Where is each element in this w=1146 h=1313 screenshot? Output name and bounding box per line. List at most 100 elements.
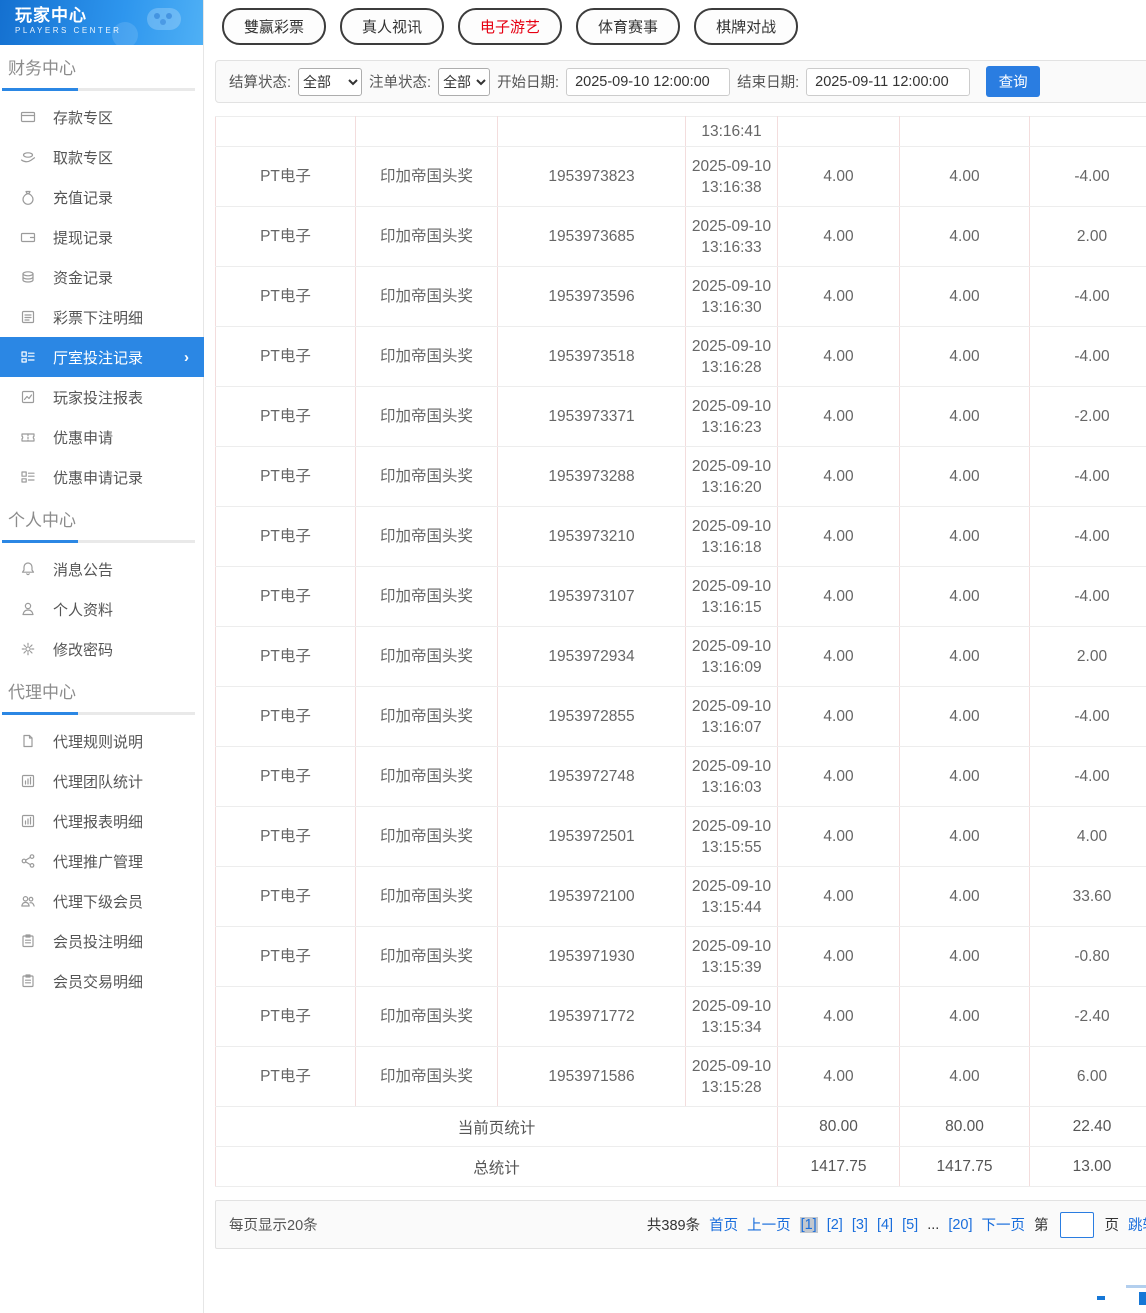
cell-bet-amount: 4.00	[777, 266, 900, 327]
sidebar-item-label: 优惠申请记录	[53, 469, 144, 487]
sidebar-item-消息公告[interactable]: 消息公告	[0, 549, 203, 589]
cell-time: 2025-09-10 13:16:28	[685, 326, 778, 387]
sidebar-item-代理下级会员[interactable]: 代理下级会员	[0, 881, 203, 921]
cell-platform: PT电子	[215, 1046, 356, 1107]
table-row: PT电子 印加帝国头奖 1953971586 2025-09-10 13:15:28 4.…	[215, 1046, 1146, 1107]
cell-bet-amount: 4.00	[777, 626, 900, 687]
tab-体育赛事[interactable]: 体育赛事	[576, 7, 681, 45]
table-row: PT电子 印加帝国头奖 1953972501 2025-09-10 13:15:55 4.…	[215, 806, 1146, 867]
gridlist-icon	[21, 351, 35, 363]
page-link-[2][interactable]: [2]	[827, 1217, 843, 1233]
start-date-input[interactable]	[566, 67, 731, 96]
cell-win-loss: -4.00	[1029, 566, 1146, 627]
page-ellipsis: ...	[927, 1216, 940, 1233]
sidebar-item-优惠申请记录[interactable]: 优惠申请记录	[0, 457, 203, 497]
cell-time: 2025-09-10 13:16:09	[685, 626, 778, 687]
cell-platform: PT电子	[215, 326, 356, 387]
table-row: PT电子 印加帝国头奖 1953972100 2025-09-10 13:15:44 4.…	[215, 866, 1146, 927]
sidebar-item-资金记录[interactable]: 资金记录	[0, 257, 203, 297]
cell-platform: PT电子	[215, 806, 356, 867]
sidebar-item-修改密码[interactable]: 修改密码	[0, 629, 203, 669]
sidebar-item-label: 会员交易明细	[53, 973, 144, 991]
page-link-[3][interactable]: [3]	[852, 1217, 868, 1233]
cell-valid-amount: 4.00	[899, 506, 1030, 567]
page-jump-link[interactable]: 跳转	[1128, 1214, 1146, 1235]
sidebar-item-label: 存款专区	[53, 109, 114, 127]
page-prev-link[interactable]: 上一页	[747, 1214, 791, 1235]
tab-电子游艺[interactable]: 电子游艺	[458, 7, 563, 45]
cell-game: 印加帝国头奖	[355, 806, 498, 867]
query-button[interactable]: 查询	[986, 66, 1041, 97]
sidebar-item-彩票下注明细[interactable]: 彩票下注明细	[0, 297, 203, 337]
cell-time-line: 13:16:30	[701, 298, 762, 316]
sidebar-item-会员交易明细[interactable]: 会员交易明细	[0, 961, 203, 1001]
cell-bet-amount: 4.00	[777, 686, 900, 747]
cell-time-line: 13:16:03	[701, 778, 762, 796]
cell	[215, 116, 356, 147]
cell-date-line: 2025-09-10	[691, 577, 772, 595]
sidebar-item-玩家投注报表[interactable]: 玩家投注报表	[0, 377, 203, 417]
page-next-link[interactable]: 下一页	[982, 1214, 1026, 1235]
tab-棋牌对战[interactable]: 棋牌对战	[694, 7, 799, 45]
sidebar-item-厅室投注记录[interactable]: 厅室投注记录 ›	[0, 337, 204, 377]
sidebar-item-取款专区[interactable]: 取款专区	[0, 137, 203, 177]
sidebar-item-label: 代理团队统计	[53, 773, 144, 791]
page-jump-input[interactable]	[1059, 1211, 1094, 1238]
page-link-[20][interactable]: [20]	[948, 1217, 972, 1233]
page-link-[1][interactable]: [1]	[799, 1216, 818, 1233]
filter-bar: 结算状态: 全部 注单状态: 全部 开始日期: 结束日期: 查询	[215, 60, 1146, 103]
cell-bet-no: 1953973210	[497, 506, 686, 567]
cell-time: 2025-09-10 13:15:28	[685, 1046, 778, 1107]
sidebar-section-title: 代理中心	[8, 683, 76, 702]
tab-真人视讯[interactable]: 真人视讯	[340, 7, 445, 45]
cell-time: 2025-09-10 13:16:30	[685, 266, 778, 327]
page-link-[5][interactable]: [5]	[902, 1217, 918, 1233]
cell-valid-amount: 4.00	[899, 806, 1030, 867]
table-row: PT电子 印加帝国头奖 1953972855 2025-09-10 13:16:07 4.…	[215, 686, 1146, 747]
sidebar: 玩家中心 PLAYERS CENTER 财务中心 存款专区 取款专区 充值记录 提现记录…	[0, 0, 204, 1313]
sidebar-item-label: 取款专区	[53, 149, 114, 167]
table-row: PT电子 印加帝国头奖 1953972748 2025-09-10 13:16:03 4.…	[215, 746, 1146, 807]
sidebar-item-提现记录[interactable]: 提现记录	[0, 217, 203, 257]
cell-platform: PT电子	[215, 686, 356, 747]
page-first-link[interactable]: 首页	[709, 1214, 738, 1235]
sidebar-item-代理报表明细[interactable]: 代理报表明细	[0, 801, 203, 841]
cell-valid-amount: 4.00	[899, 986, 1030, 1047]
cell-bet-amount: 4.00	[777, 986, 900, 1047]
tab-雙赢彩票[interactable]: 雙赢彩票	[222, 7, 327, 45]
cell-valid-amount: 4.00	[899, 266, 1030, 327]
cell-game: 印加帝国头奖	[355, 266, 498, 327]
cell-platform: PT电子	[215, 566, 356, 627]
end-date-input[interactable]	[806, 67, 971, 96]
total-count-text: 共389条	[646, 1218, 701, 1234]
sidebar-item-label: 代理报表明细	[53, 813, 144, 831]
sidebar-item-会员投注明细[interactable]: 会员投注明细	[0, 921, 203, 961]
cell-game: 印加帝国头奖	[355, 626, 498, 687]
sidebar-item-个人资料[interactable]: 个人资料	[0, 589, 203, 629]
summary-value: 13.00	[1029, 1146, 1146, 1187]
order-status-select[interactable]: 全部	[438, 67, 491, 96]
sidebar-item-充值记录[interactable]: 充值记录	[0, 177, 203, 217]
cell-valid-amount: 4.00	[899, 146, 1030, 207]
table-row: PT电子 印加帝国头奖 1953973107 2025-09-10 13:16:15 4.…	[215, 566, 1146, 627]
page-link-[4][interactable]: [4]	[877, 1217, 893, 1233]
sidebar-item-代理推广管理[interactable]: 代理推广管理	[0, 841, 203, 881]
sidebar-item-label: 提现记录	[53, 229, 114, 247]
summary-row: 当前页统计 80.00 80.00 22.40	[215, 1106, 1146, 1147]
cell	[1029, 116, 1146, 147]
cell-bet-amount: 4.00	[777, 746, 900, 807]
gear-icon	[21, 642, 35, 656]
settlement-status-select[interactable]: 全部	[298, 67, 363, 96]
sidebar-item-代理团队统计[interactable]: 代理团队统计	[0, 761, 203, 801]
cell-valid-amount: 4.00	[899, 926, 1030, 987]
sidebar-item-优惠申请[interactable]: 优惠申请	[0, 417, 203, 457]
cell-platform: PT电子	[215, 266, 356, 327]
sidebar-item-代理规则说明[interactable]: 代理规则说明	[0, 721, 203, 761]
sidebar-item-存款专区[interactable]: 存款专区	[0, 97, 203, 137]
chartbox-icon	[21, 814, 35, 828]
sidebar-item-label: 代理规则说明	[53, 733, 144, 751]
cell-bet-no: 1953973371	[497, 386, 686, 447]
cell-game: 印加帝国头奖	[355, 326, 498, 387]
cell-time-line: 13:15:28	[701, 1078, 762, 1096]
cell-valid-amount: 4.00	[899, 1046, 1030, 1107]
